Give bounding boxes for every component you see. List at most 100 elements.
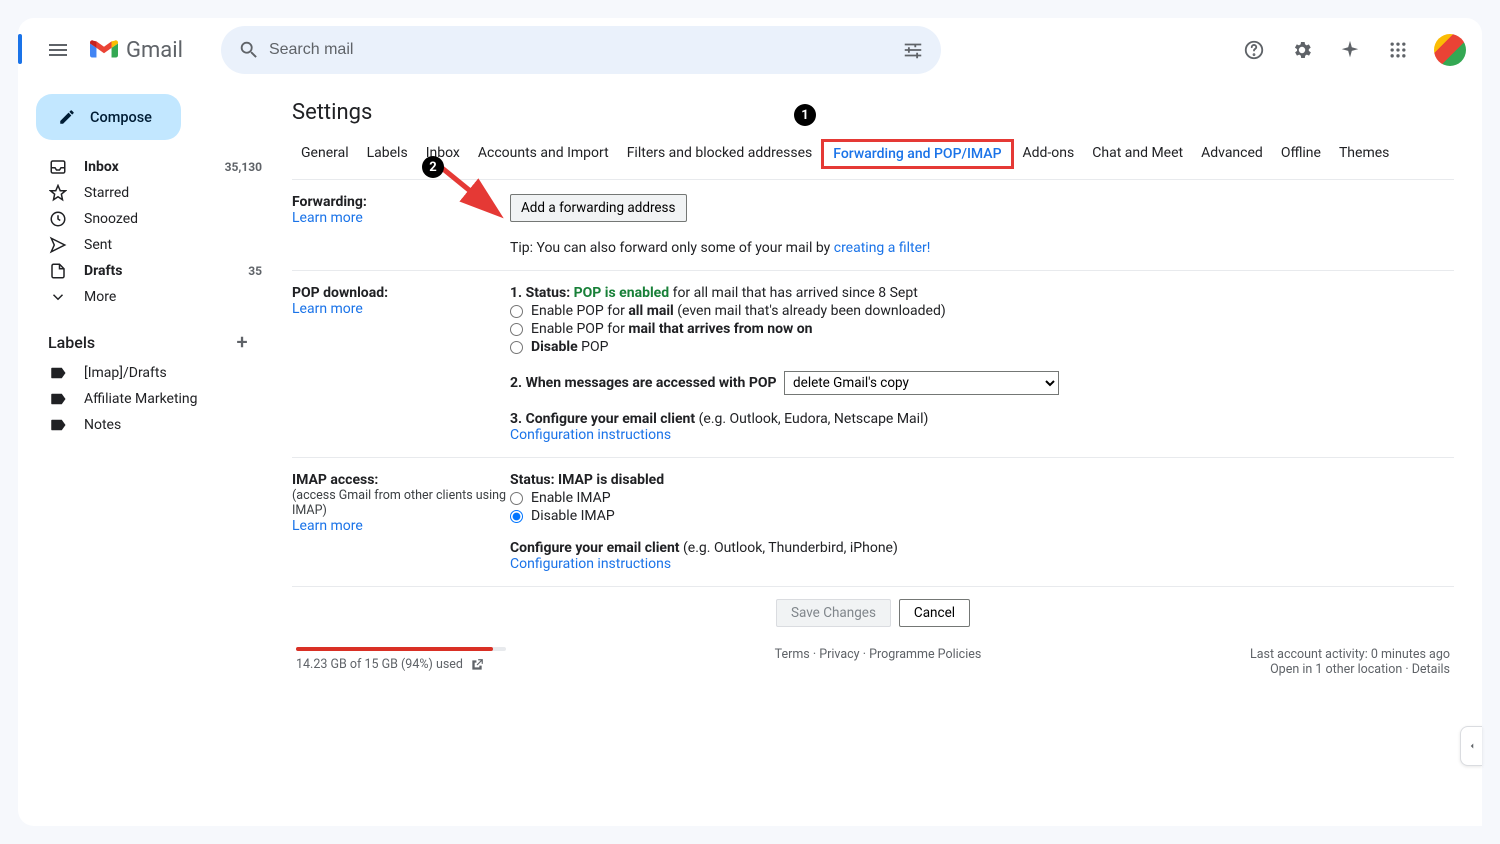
policies-link[interactable]: Programme Policies [869,647,981,662]
imap-option-disable[interactable]: Disable IMAP [510,508,1454,524]
nav-item-sent[interactable]: Sent [26,232,274,258]
label-item[interactable]: Affiliate Marketing [26,386,274,412]
search-options-icon[interactable] [893,30,933,70]
imap-sub: (access Gmail from other clients using I… [292,488,510,518]
nav-label: Inbox [84,159,209,175]
search-input[interactable] [269,41,893,59]
pop-option-now-on[interactable]: Enable POP for mail that arrives from no… [510,321,1454,337]
label-item[interactable]: [Imap]/Drafts [26,360,274,386]
tab-forwarding-and-pop-imap[interactable]: Forwarding and POP/IMAP [821,139,1013,169]
imap-radio-disable[interactable] [510,510,523,523]
imap-learn-more[interactable]: Learn more [292,518,363,534]
nav-label: Drafts [84,263,232,279]
labels-heading: Labels [48,333,95,352]
open-location-text: Open in 1 other location [1270,662,1402,677]
storage-bar [296,647,506,651]
settings-button[interactable] [1282,30,1322,70]
compose-button[interactable]: Compose [36,94,181,140]
imap-option-enable[interactable]: Enable IMAP [510,490,1454,506]
tab-filters-and-blocked-addresses[interactable]: Filters and blocked addresses [618,139,822,169]
label-icon [48,363,68,383]
tab-inbox[interactable]: Inbox [417,139,469,169]
pop-row3-suffix: (e.g. Outlook, Eudora, Netscape Mail) [695,411,928,427]
nav-label: Snoozed [84,211,246,227]
imap-conf-suffix: (e.g. Outlook, Thunderbird, iPhone) [680,540,898,556]
menu-button[interactable] [34,26,82,74]
settings-tabs: GeneralLabelsInboxAccounts and ImportFil… [292,139,1454,169]
window-accent-bar [18,34,22,64]
send-icon [48,235,68,255]
tab-labels[interactable]: Labels [358,139,417,169]
nav-label: More [84,289,246,305]
nav-item-more[interactable]: More [26,284,274,310]
nav-label: Sent [84,237,246,253]
pop-row2-label: 2. When messages are accessed with POP [510,375,777,391]
tab-accounts-and-import[interactable]: Accounts and Import [469,139,618,169]
chevron-down-icon [48,287,68,307]
gmail-logo-icon [90,39,118,61]
create-filter-link[interactable]: creating a filter! [834,240,931,256]
header-actions [1234,30,1466,70]
gmail-logo[interactable]: Gmail [90,38,183,63]
file-icon [48,261,68,281]
nav-item-drafts[interactable]: Drafts35 [26,258,274,284]
forwarding-section: Forwarding: Learn more Add a forwarding … [292,179,1454,270]
pop-option-all-mail[interactable]: Enable POP for all mail (even mail that'… [510,303,1454,319]
settings-title: Settings [292,100,1454,125]
save-changes-button[interactable]: Save Changes [776,599,891,627]
pop-status-suffix: for all mail that has arrived since 8 Se… [669,285,918,301]
pop-radio-now[interactable] [510,323,523,336]
tab-offline[interactable]: Offline [1272,139,1330,169]
account-avatar[interactable] [1434,34,1466,66]
nav-item-inbox[interactable]: Inbox35,130 [26,154,274,180]
nav-item-snoozed[interactable]: Snoozed [26,206,274,232]
save-row: Save Changes Cancel [292,586,1454,639]
pop-radio-disable[interactable] [510,341,523,354]
pop-status-prefix: 1. Status: [510,285,574,301]
add-forwarding-address-button[interactable]: Add a forwarding address [510,194,687,222]
pop-learn-more[interactable]: Learn more [292,301,363,317]
imap-radio-enable[interactable] [510,492,523,505]
sparkle-icon [1339,39,1361,61]
settings-main: Settings GeneralLabelsInboxAccounts and … [274,82,1482,826]
apps-button[interactable] [1378,30,1418,70]
pop-radio-all[interactable] [510,305,523,318]
details-link[interactable]: Details [1412,662,1450,677]
tab-add-ons[interactable]: Add-ons [1014,139,1084,169]
imap-config-link[interactable]: Configuration instructions [510,556,671,572]
compose-label: Compose [90,109,152,126]
pop-status-value: POP is enabled [574,285,669,301]
imap-conf-bold: Configure your email client [510,540,680,556]
imap-status: Status: IMAP is disabled [510,472,1454,488]
imap-section: IMAP access: (access Gmail from other cl… [292,457,1454,586]
forwarding-learn-more[interactable]: Learn more [292,210,363,226]
search-bar[interactable] [221,26,941,74]
privacy-link[interactable]: Privacy [819,647,859,662]
pop-option-disable[interactable]: Disable POP [510,339,1454,355]
tab-advanced[interactable]: Advanced [1192,139,1272,169]
tab-themes[interactable]: Themes [1330,139,1398,169]
pop-config-link[interactable]: Configuration instructions [510,427,671,443]
terms-link[interactable]: Terms [775,647,810,662]
search-icon[interactable] [229,30,269,70]
cancel-button[interactable]: Cancel [899,599,970,627]
forwarding-label: Forwarding: [292,194,510,210]
add-label-button[interactable]: + [228,328,256,356]
label-item[interactable]: Notes [26,412,274,438]
last-activity-text: Last account activity: 0 minutes ago [1250,647,1450,662]
star-icon [48,183,68,203]
pop-section: POP download: Learn more 1. Status: POP … [292,270,1454,457]
label-text: Notes [84,417,262,433]
clock-icon [48,209,68,229]
gemini-button[interactable] [1330,30,1370,70]
hamburger-icon [46,38,70,62]
help-button[interactable] [1234,30,1274,70]
side-panel-toggle[interactable] [1460,726,1482,766]
tab-general[interactable]: General [292,139,358,169]
tab-chat-and-meet[interactable]: Chat and Meet [1083,139,1192,169]
pop-action-select[interactable]: delete Gmail's copy [784,371,1059,395]
pencil-icon [58,108,76,126]
label-text: Affiliate Marketing [84,391,262,407]
open-external-icon[interactable] [470,658,484,672]
nav-item-starred[interactable]: Starred [26,180,274,206]
